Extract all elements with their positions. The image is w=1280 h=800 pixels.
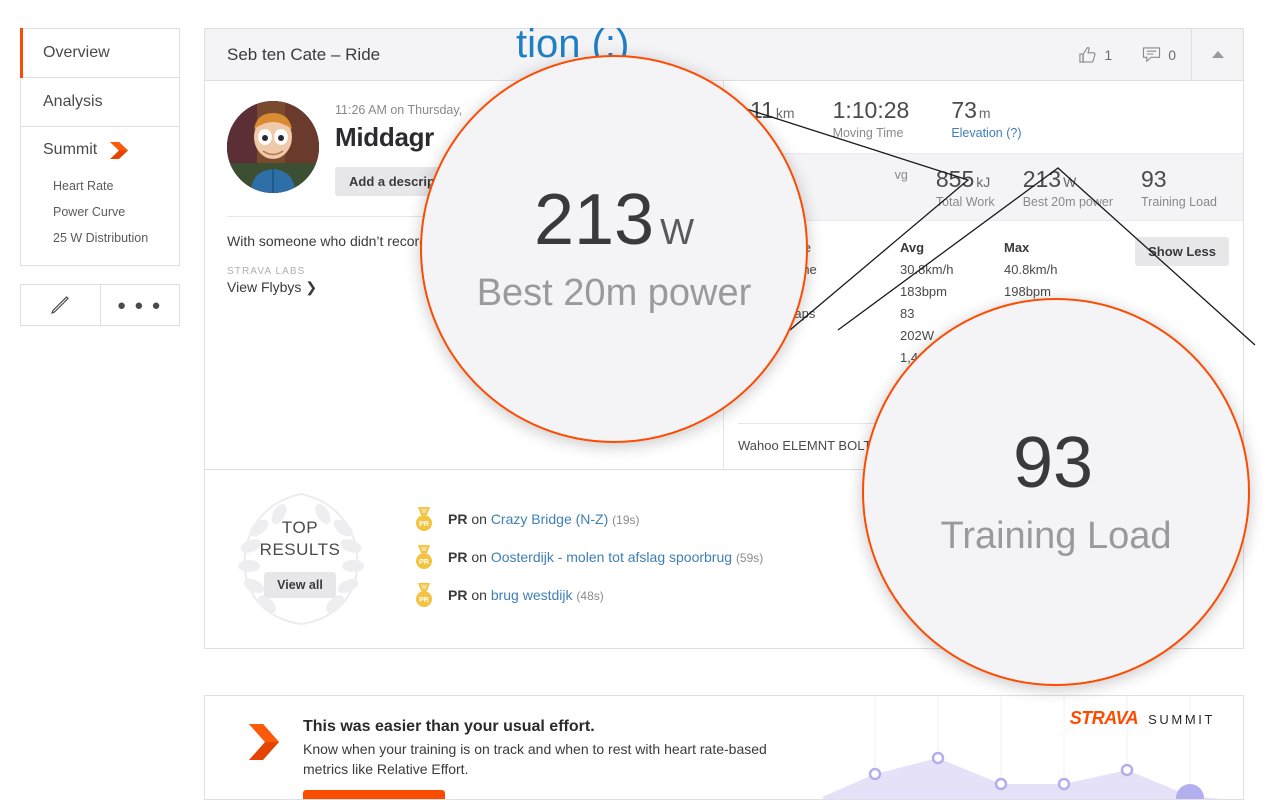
magnifier-training-load: 93 Training Load: [862, 298, 1250, 686]
magnifier-unit: W: [660, 210, 695, 252]
magnifier-label: Best 20m power: [476, 271, 752, 314]
magnifier-number: 213: [533, 179, 655, 260]
magnifier-value: 213 W: [534, 184, 694, 256]
magnifier-number: 93: [1012, 422, 1094, 503]
magnifier-best-20m-power: 213 W Best 20m power: [420, 55, 808, 443]
magnifier-label: Training Load: [940, 514, 1172, 557]
magnifier-value: 93: [1013, 427, 1099, 499]
app-root: Overview Analysis Summit Heart Rate Powe…: [0, 0, 1280, 800]
